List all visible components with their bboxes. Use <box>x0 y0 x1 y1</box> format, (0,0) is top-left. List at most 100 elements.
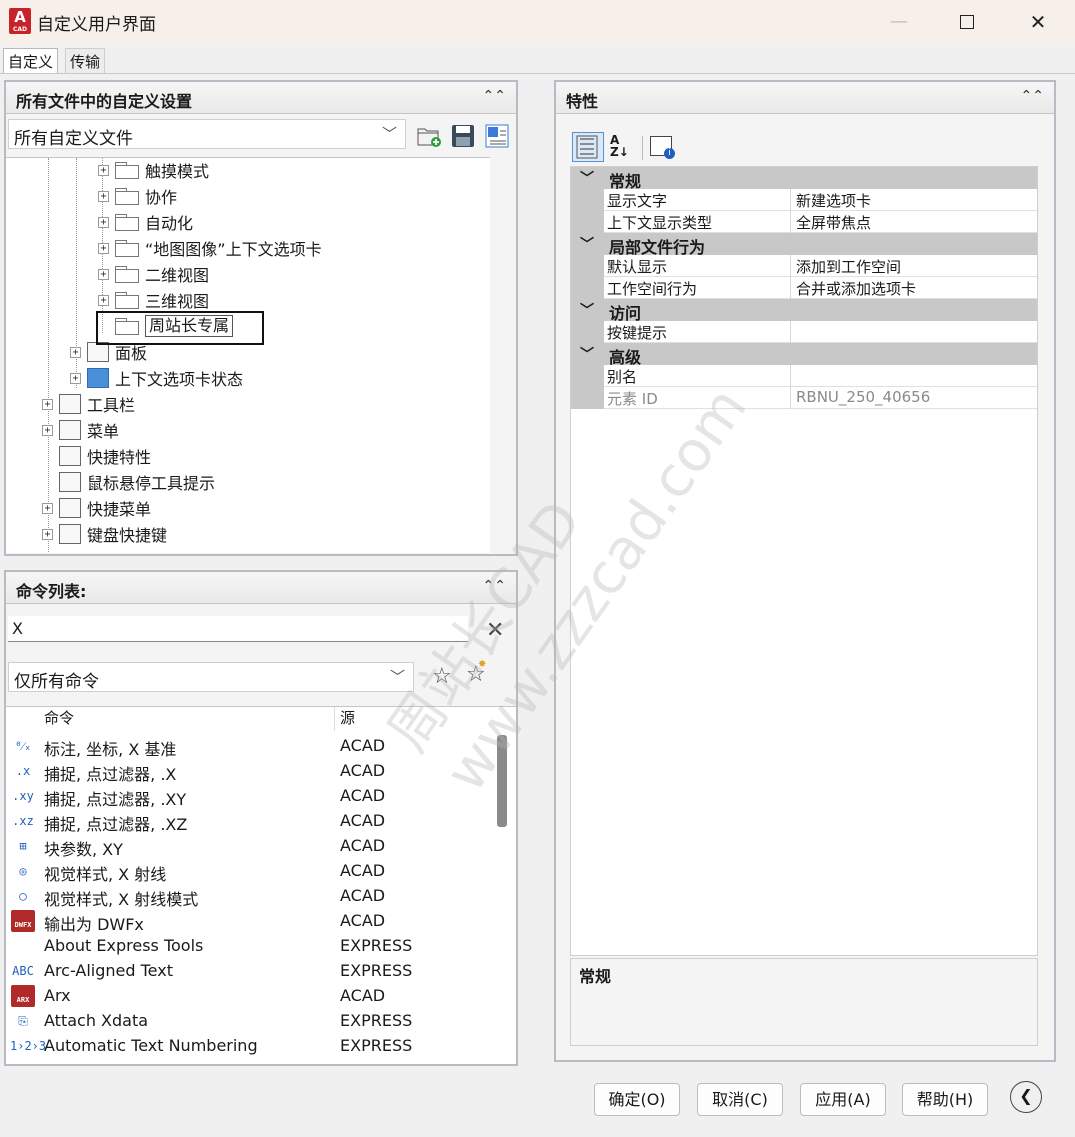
tree-item-collaborate[interactable]: + 协作 <box>98 184 177 208</box>
collapse-category-icon[interactable]: ﹀ <box>580 168 594 188</box>
property-row[interactable]: 工作空间行为 合并或添加选项卡 <box>571 277 1037 299</box>
property-row[interactable]: 显示文字 新建选项卡 <box>571 189 1037 211</box>
properties-panel: 特性 ⌃⌃ A Z↓ i ﹀ 常规 显示文字 新建选项卡 上下文显示类型 全屏带焦点 ﹀ 局部文… <box>554 80 1056 1062</box>
command-scrollbar-thumb[interactable] <box>497 735 507 827</box>
maximize-button[interactable] <box>944 6 990 38</box>
tree-item-touch-mode[interactable]: + 触摸模式 <box>98 158 209 182</box>
ok-button[interactable]: 确定(O) <box>594 1083 680 1116</box>
tree-item-automation[interactable]: + 自动化 <box>98 210 193 234</box>
property-row[interactable]: 上下文显示类型 全屏带焦点 <box>571 211 1037 233</box>
expand-icon[interactable]: + <box>42 398 53 410</box>
tree-item-keyboard-shortcuts[interactable]: + 键盘快捷键 <box>42 522 167 546</box>
minimize-button[interactable]: — <box>876 6 922 38</box>
tree-item-rollover-tooltips[interactable]: 鼠标悬停工具提示 <box>59 470 215 494</box>
command-filter-dropdown[interactable]: 仅所有命令 ﹀ <box>8 662 414 692</box>
command-row[interactable]: .x 捕捉, 点过滤器, .X ACAD <box>6 759 496 784</box>
property-category[interactable]: ﹀ 局部文件行为 <box>571 233 1037 257</box>
property-value[interactable]: RBNU_250_40656 <box>796 388 930 406</box>
command-row[interactable]: ARX Arx ACAD <box>6 984 496 1009</box>
command-row[interactable]: ABC Arc-Aligned Text EXPRESS <box>6 959 496 984</box>
column-header-source[interactable]: 源 <box>340 707 355 732</box>
tree-item-3d-view[interactable]: + 三维视图 <box>98 288 209 312</box>
command-table[interactable]: 命令 源 ⁰⁄ₓ 标注, 坐标, X 基准 ACAD .x 捕捉, 点过滤器, .X AC… <box>6 706 516 1064</box>
command-row[interactable]: ⊞ 块参数, XY ACAD <box>6 834 496 859</box>
customization-file-dropdown[interactable]: 所有自定义文件 ﹀ <box>8 119 406 149</box>
property-category[interactable]: ﹀ 常规 <box>571 167 1037 191</box>
command-source: ACAD <box>340 836 386 855</box>
property-row[interactable]: 元素 ID RBNU_250_40656 <box>571 387 1037 409</box>
property-grid[interactable]: ﹀ 常规 显示文字 新建选项卡 上下文显示类型 全屏带焦点 ﹀ 局部文件行为 默认显示 添加到工作… <box>570 166 1038 956</box>
tab-transfer[interactable]: 传输 <box>65 48 106 73</box>
expand-icon[interactable]: + <box>70 346 81 358</box>
tree-item-menus[interactable]: + 菜单 <box>42 418 119 442</box>
expand-icon[interactable]: + <box>42 528 53 540</box>
expand-icon[interactable]: + <box>98 164 109 176</box>
expand-icon[interactable]: + <box>98 294 109 306</box>
tree-item-label: 触摸模式 <box>145 162 210 181</box>
close-button[interactable]: ✕ <box>1015 6 1061 38</box>
tab-customize[interactable]: 自定义 <box>3 48 59 74</box>
command-row[interactable]: ⁰⁄ₓ 标注, 坐标, X 基准 ACAD <box>6 734 496 759</box>
customize-workspace-icon[interactable] <box>484 123 510 149</box>
tree-item-label: 鼠标悬停工具提示 <box>87 474 216 493</box>
command-row[interactable]: ⎘ Attach Xdata EXPRESS <box>6 1009 496 1034</box>
collapse-category-icon[interactable]: ﹀ <box>580 234 594 254</box>
property-row[interactable]: 按键提示 <box>571 321 1037 343</box>
collapse-panel-button[interactable]: ❮ <box>1010 1081 1042 1113</box>
tree-item-quick-properties[interactable]: 快捷特性 <box>59 444 151 468</box>
expand-icon[interactable]: + <box>98 190 109 202</box>
property-pages-icon[interactable]: i <box>650 136 675 159</box>
collapse-icon[interactable]: ⌃⌃ <box>483 88 506 104</box>
command-row[interactable]: About Express Tools EXPRESS <box>6 934 496 959</box>
expand-icon[interactable]: + <box>98 268 109 280</box>
expand-icon[interactable]: + <box>98 216 109 228</box>
cancel-button[interactable]: 取消(C) <box>697 1083 783 1116</box>
column-divider <box>790 189 791 211</box>
block-param-xy-icon: ⊞ <box>19 839 27 853</box>
properties-title: 特性 <box>566 92 599 111</box>
command-row[interactable]: DWFX 输出为 DWFx ACAD <box>6 909 496 934</box>
expand-icon[interactable]: + <box>42 502 53 514</box>
expand-icon[interactable]: + <box>42 424 53 436</box>
property-row[interactable]: 默认显示 添加到工作空间 <box>571 255 1037 277</box>
expand-icon[interactable]: + <box>70 372 81 384</box>
alphabetical-sort-icon[interactable]: A Z↓ <box>610 134 629 158</box>
open-file-icon[interactable] <box>416 123 442 149</box>
collapse-category-icon[interactable]: ﹀ <box>580 344 594 364</box>
collapse-icon[interactable]: ⌃⌃ <box>1021 88 1044 104</box>
command-row[interactable]: 1›2›3 Automatic Text Numbering EXPRESS <box>6 1034 496 1059</box>
expand-icon[interactable]: + <box>98 242 109 254</box>
tree-item-contextual-tab-states[interactable]: + 上下文选项卡状态 <box>70 366 243 390</box>
title-bar: A CAD 自定义用户界面 — ✕ <box>0 0 1075 44</box>
help-button[interactable]: 帮助(H) <box>902 1083 988 1116</box>
new-command-star-icon[interactable]: ☆ ✸ <box>466 659 486 687</box>
command-row[interactable]: .xy 捕捉, 点过滤器, .XY ACAD <box>6 784 496 809</box>
property-category[interactable]: ﹀ 高级 <box>571 343 1037 367</box>
save-icon[interactable] <box>450 123 476 149</box>
tree-item-map-image-tab[interactable]: + “地图图像”上下文选项卡 <box>98 236 322 260</box>
property-category[interactable]: ﹀ 访问 <box>571 299 1037 323</box>
collapse-category-icon[interactable]: ﹀ <box>580 300 594 320</box>
property-value[interactable]: 合并或添加选项卡 <box>796 278 916 299</box>
property-value[interactable]: 添加到工作空间 <box>796 256 901 277</box>
property-row[interactable]: 别名 <box>571 365 1037 387</box>
categorized-icon[interactable] <box>572 132 604 162</box>
tree-item-2d-view[interactable]: + 二维视图 <box>98 262 209 286</box>
command-row[interactable]: ◎ 视觉样式, X 射线 ACAD <box>6 859 496 884</box>
tree-item-shortcut-menus[interactable]: + 快捷菜单 <box>42 496 151 520</box>
create-command-star-icon[interactable]: ☆ <box>432 664 452 689</box>
column-header-command[interactable]: 命令 <box>44 707 74 732</box>
collapse-icon[interactable]: ⌃⌃ <box>483 578 506 594</box>
command-search-input[interactable]: X <box>8 616 468 642</box>
apply-button[interactable]: 应用(A) <box>800 1083 886 1116</box>
clear-search-icon[interactable]: ✕ <box>486 618 504 643</box>
tree-item-toolbars[interactable]: + 工具栏 <box>42 392 135 416</box>
tree-item-label: 协作 <box>145 188 178 207</box>
command-row[interactable]: .xz 捕捉, 点过滤器, .XZ ACAD <box>6 809 496 834</box>
tree-item-label: 快捷特性 <box>87 448 152 467</box>
property-value[interactable]: 全屏带焦点 <box>796 212 871 233</box>
customization-tree[interactable]: + 触摸模式 + 协作 + 自动化 + “地图图像”上下文选项卡 + 二维视图 … <box>6 157 490 553</box>
property-value[interactable]: 新建选项卡 <box>796 190 871 211</box>
command-row[interactable]: ◯ 视觉样式, X 射线模式 ACAD <box>6 884 496 909</box>
chevron-down-icon: ﹀ <box>381 125 397 143</box>
